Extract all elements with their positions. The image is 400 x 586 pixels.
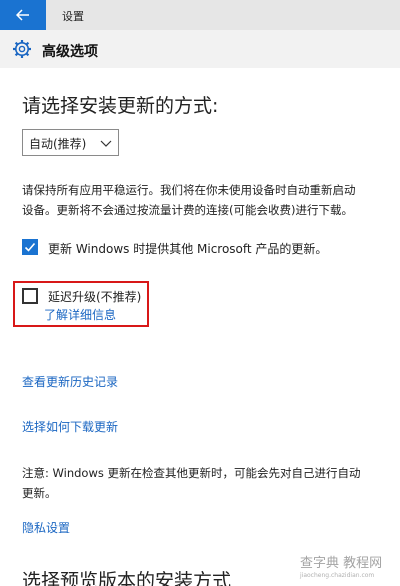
other-products-checkbox[interactable] bbox=[22, 239, 38, 255]
install-description: 请保持所有应用平稳运行。我们将在你未使用设备时自动重新启动 设备。更新将不会通过… bbox=[22, 180, 388, 220]
install-mode-value: 自动(推荐) bbox=[29, 137, 87, 151]
watermark: 查字典 教程网 jiaocheng.chazidian.com bbox=[300, 552, 382, 579]
install-description-line-2: 设备。更新将不会通过按流量计费的连接(可能会收费)进行下载。 bbox=[22, 203, 353, 217]
install-mode-select[interactable]: 自动(推荐) bbox=[22, 129, 119, 156]
window-title: 设置 bbox=[62, 10, 84, 23]
note-line-2: 更新。 bbox=[22, 486, 57, 500]
delivery-method-link[interactable]: 选择如何下载更新 bbox=[22, 418, 118, 435]
note-text: 注意: Windows 更新在检查其他更新时，可能会先对自己进行自动 更新。 bbox=[22, 463, 388, 503]
watermark-url: jiaocheng.chazidian.com bbox=[300, 572, 375, 579]
page-title: 高级选项 bbox=[42, 44, 98, 60]
note-line-1: 注意: Windows 更新在检查其他更新时，可能会先对自己进行自动 bbox=[22, 466, 361, 480]
defer-upgrades-label: 延迟升级(不推荐) bbox=[48, 290, 142, 304]
privacy-settings-link[interactable]: 隐私设置 bbox=[22, 519, 70, 536]
gear-icon bbox=[13, 40, 31, 58]
update-history-link[interactable]: 查看更新历史记录 bbox=[22, 373, 118, 390]
watermark-brand: 查字典 教程网 bbox=[300, 556, 383, 571]
defer-upgrades-checkbox[interactable] bbox=[22, 288, 38, 304]
install-description-line-1: 请保持所有应用平稳运行。我们将在你未使用设备时自动重新启动 bbox=[22, 183, 356, 197]
section-title-install-method: 请选择安装更新的方式: bbox=[22, 95, 219, 117]
checkmark-icon bbox=[24, 242, 36, 252]
learn-more-link[interactable]: 了解详细信息 bbox=[44, 306, 116, 323]
chevron-down-icon bbox=[100, 140, 112, 147]
title-bar: 设置 bbox=[0, 0, 400, 30]
back-arrow-icon bbox=[16, 9, 29, 21]
other-products-label: 更新 Windows 时提供其他 Microsoft 产品的更新。 bbox=[48, 242, 328, 256]
section-title-preview-builds: 选择预览版本的安装方式 bbox=[22, 570, 232, 586]
back-button[interactable] bbox=[0, 0, 46, 30]
